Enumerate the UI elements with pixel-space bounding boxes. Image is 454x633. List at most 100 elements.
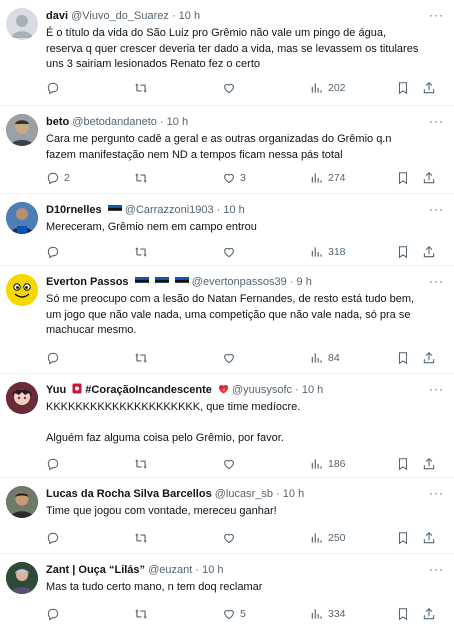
handle[interactable]: @Viuvo_do_Suarez: [71, 10, 169, 22]
retweet-button[interactable]: [134, 530, 152, 546]
retweet-button[interactable]: [134, 80, 152, 96]
tweet[interactable]: Yuu #CoraçãoIncandescente @yuusysofc · 1…: [0, 374, 454, 478]
share-button[interactable]: [422, 170, 436, 186]
tweet[interactable]: Zant | Ouça “Lilás” @euzant · 10 h ··· M…: [0, 554, 454, 633]
timestamp[interactable]: · 10 h: [217, 204, 245, 216]
reply-button[interactable]: [46, 530, 64, 546]
tweet[interactable]: Everton Passos @evertonpassos39 · 9 h ··…: [0, 266, 454, 374]
display-name[interactable]: Lucas da Rocha Silva Barcellos: [46, 488, 212, 500]
tweet[interactable]: D10rnelles @Carrazzoni1903 · 10 h ··· Me…: [0, 194, 454, 266]
more-options-icon[interactable]: ···: [429, 202, 444, 216]
display-name-hashtag[interactable]: #CoraçãoIncandescente: [85, 384, 212, 396]
like-button[interactable]: 5: [222, 606, 246, 622]
reply-button[interactable]: [46, 80, 64, 96]
like-button[interactable]: 3: [222, 170, 246, 186]
display-name[interactable]: beto: [46, 116, 69, 128]
tweet-header: beto @betodandaneto · 10 h: [46, 114, 424, 130]
avatar[interactable]: [6, 202, 38, 234]
avatar[interactable]: [6, 562, 38, 594]
views-button[interactable]: 334: [310, 606, 346, 622]
bookmark-button[interactable]: [396, 350, 410, 366]
bookmark-button[interactable]: [396, 456, 410, 472]
avatar[interactable]: [6, 274, 38, 306]
like-button[interactable]: [222, 530, 240, 546]
views-button[interactable]: 84: [310, 350, 340, 366]
tweet-text: Mereceram, Grêmio nem em campo entrou: [46, 221, 257, 233]
bookmark-button[interactable]: [396, 170, 410, 186]
gremio-flag-icon: [134, 277, 149, 286]
share-button[interactable]: [422, 606, 436, 622]
retweet-button[interactable]: [134, 456, 152, 472]
views-button[interactable]: 250: [310, 530, 346, 546]
gremio-flag-icon: [174, 277, 189, 286]
reply-button[interactable]: [46, 244, 64, 260]
views-button[interactable]: 202: [310, 80, 346, 96]
retweet-icon: [135, 173, 147, 183]
views-button[interactable]: 318: [310, 244, 346, 260]
more-options-icon[interactable]: ···: [429, 8, 444, 22]
display-name[interactable]: Zant | Ouça “Lilás”: [46, 564, 145, 576]
handle[interactable]: @yuusysofc: [232, 384, 292, 396]
bookmark-button[interactable]: [396, 606, 410, 622]
reply-button[interactable]: 2: [46, 170, 70, 186]
share-button[interactable]: [422, 244, 436, 260]
like-count: 3: [240, 172, 246, 184]
handle[interactable]: @lucasr_sb: [215, 488, 273, 500]
views-count: 250: [328, 532, 346, 544]
more-options-icon[interactable]: ···: [429, 114, 444, 128]
share-icon: [423, 608, 435, 620]
share-icon: [423, 532, 435, 544]
retweet-button[interactable]: [134, 244, 152, 260]
retweet-icon: [135, 533, 147, 543]
timestamp[interactable]: · 10 h: [276, 488, 304, 500]
like-button[interactable]: [222, 350, 240, 366]
timestamp[interactable]: · 10 h: [172, 10, 200, 22]
retweet-button[interactable]: [134, 170, 152, 186]
display-name[interactable]: Yuu: [46, 384, 66, 396]
more-options-icon[interactable]: ···: [429, 382, 444, 396]
display-name[interactable]: D10rnelles: [46, 204, 102, 216]
avatar[interactable]: [6, 382, 38, 414]
handle[interactable]: @evertonpassos39: [192, 276, 287, 288]
reply-count: 2: [64, 172, 70, 184]
avatar[interactable]: [6, 114, 38, 146]
share-button[interactable]: [422, 530, 436, 546]
display-name[interactable]: davi: [46, 10, 68, 22]
action-bar: 186: [46, 456, 440, 472]
more-options-icon[interactable]: ···: [429, 274, 444, 288]
bookmark-button[interactable]: [396, 244, 410, 260]
handle[interactable]: @Carrazzoni1903: [125, 204, 214, 216]
more-options-icon[interactable]: ···: [429, 562, 444, 576]
more-options-icon[interactable]: ···: [429, 486, 444, 500]
share-button[interactable]: [422, 456, 436, 472]
timestamp[interactable]: · 10 h: [195, 564, 223, 576]
retweet-button[interactable]: [134, 606, 152, 622]
reply-button[interactable]: [46, 606, 64, 622]
handle[interactable]: @euzant: [148, 564, 192, 576]
bookmark-button[interactable]: [396, 80, 410, 96]
tweet[interactable]: davi @Viuvo_do_Suarez · 10 h ··· É o tít…: [0, 0, 454, 106]
heart-icon: [224, 247, 234, 258]
avatar[interactable]: [6, 486, 38, 518]
reply-button[interactable]: [46, 456, 64, 472]
views-button[interactable]: 274: [310, 170, 346, 186]
like-button[interactable]: [222, 456, 240, 472]
timestamp[interactable]: · 10 h: [160, 116, 188, 128]
avatar[interactable]: [6, 8, 38, 40]
retweet-button[interactable]: [134, 350, 152, 366]
tweet-header: D10rnelles @Carrazzoni1903 · 10 h: [46, 202, 424, 218]
like-button[interactable]: [222, 244, 240, 260]
timestamp[interactable]: · 10 h: [295, 384, 323, 396]
share-button[interactable]: [422, 80, 436, 96]
views-button[interactable]: 186: [310, 456, 346, 472]
bookmark-button[interactable]: [396, 530, 410, 546]
views-chart-icon: [311, 353, 322, 363]
like-button[interactable]: [222, 80, 240, 96]
share-button[interactable]: [422, 350, 436, 366]
tweet[interactable]: Lucas da Rocha Silva Barcellos @lucasr_s…: [0, 478, 454, 554]
timestamp[interactable]: · 9 h: [290, 276, 312, 288]
tweet[interactable]: beto @betodandaneto · 10 h ··· Cara me p…: [0, 106, 454, 194]
handle[interactable]: @betodandaneto: [72, 116, 157, 128]
reply-button[interactable]: [46, 350, 64, 366]
display-name[interactable]: Everton Passos: [46, 276, 129, 288]
